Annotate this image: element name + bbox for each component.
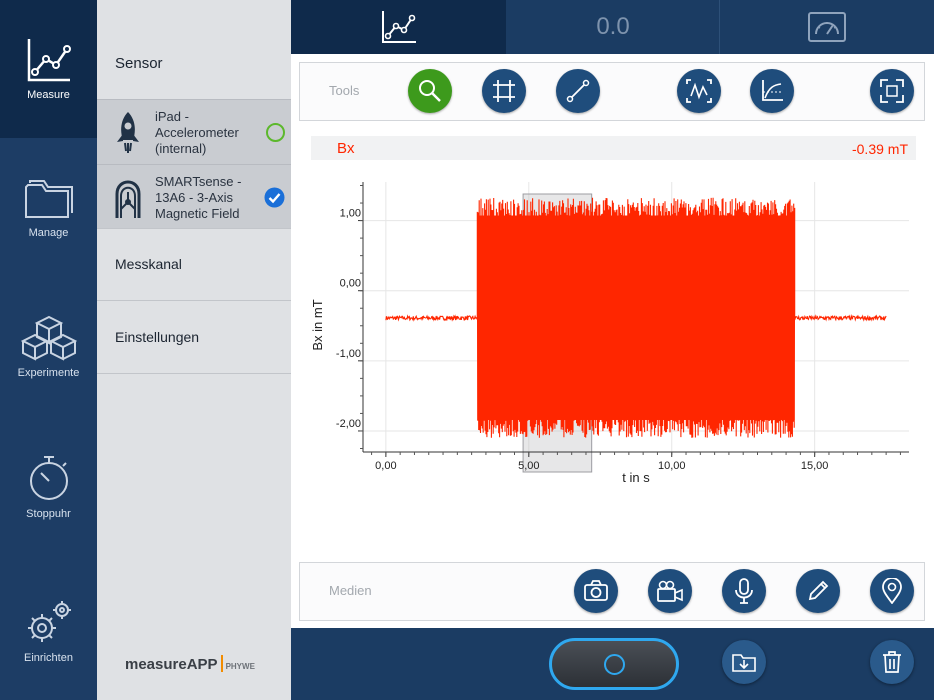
x-tick-label: 15,00 [801, 460, 829, 472]
nav-label-einrichten: Einrichten [24, 652, 73, 664]
x-tick-label: 10,00 [658, 460, 686, 472]
sensor-label-magnetic-field: SMARTsense - 13A6 - 3-Axis Magnetic Fiel… [155, 174, 242, 221]
sensor-panel: Sensor iPad - Accelerometer (internal) S… [97, 0, 291, 700]
autoscale-button[interactable] [677, 69, 721, 113]
media-label: Medien [329, 583, 372, 598]
trash-icon [883, 651, 901, 673]
grid-select-button[interactable] [482, 69, 526, 113]
location-button[interactable] [870, 569, 914, 613]
rocket-icon [117, 112, 139, 153]
sensor-item-magnetic-field[interactable]: SMARTsense - 13A6 - 3-Axis Magnetic Fiel… [97, 164, 291, 229]
tools-label: Tools [329, 83, 360, 98]
axes-icon [762, 80, 783, 101]
gauge-icon [808, 12, 846, 42]
einstellungen-menu-item[interactable]: Einstellungen [115, 329, 309, 345]
microphone-icon [735, 578, 753, 604]
location-pin-icon [882, 578, 902, 604]
record-button[interactable] [549, 638, 679, 690]
x-axis-label: t in s [622, 470, 650, 485]
sensor-item-accelerometer[interactable]: iPad - Accelerometer (internal) [97, 99, 291, 164]
nav-item-measure[interactable]: Measure [0, 0, 97, 138]
record-circle-icon [603, 653, 625, 675]
export-button[interactable] [722, 640, 766, 684]
sensor-label-accelerometer: iPad - Accelerometer (internal) [155, 109, 239, 156]
line-tool-icon [566, 79, 590, 103]
tab-graph-view[interactable] [291, 0, 506, 54]
messkanal-menu-item[interactable]: Messkanal [115, 256, 309, 272]
tab-gauge-view[interactable] [720, 0, 934, 54]
y-tick-label: -2,00 [336, 418, 361, 430]
camera-icon [584, 580, 608, 601]
tools-toolbar: Tools [299, 62, 925, 121]
nav-label-manage: Manage [28, 227, 69, 239]
chart-icon [27, 39, 71, 82]
nav-item-experimente[interactable]: Experimente [0, 278, 97, 416]
microphone-button[interactable] [722, 569, 766, 613]
video-button[interactable] [648, 569, 692, 613]
app-logo: measureAPP PHYWE [125, 655, 255, 673]
y-tick-label: 0,00 [340, 278, 361, 290]
nav-label-measure: Measure [27, 89, 70, 101]
nav-item-einrichten[interactable]: Einrichten [0, 562, 97, 700]
x-tick-label: 5,00 [518, 460, 539, 472]
line-tool-button[interactable] [556, 69, 600, 113]
channel-value-bar: Bx -0.39 mT [311, 136, 916, 160]
tab-numeric-view[interactable]: 0.0 [507, 0, 719, 54]
nav-item-stoppuhr[interactable]: Stoppuhr [0, 418, 97, 556]
numeric-value-display: 0.0 [596, 13, 630, 40]
y-tick-label: 1,00 [340, 208, 361, 220]
camera-button[interactable] [574, 569, 618, 613]
y-tick-label: -1,00 [336, 348, 361, 360]
main-navigation: Measure Manage Experimente Stoppuhr Einr… [0, 0, 97, 700]
channel-value: -0.39 mT [851, 141, 908, 157]
pencil-button[interactable] [796, 569, 840, 613]
stopwatch-icon [29, 456, 68, 500]
media-toolbar: Medien [299, 562, 925, 621]
autoscale-icon [686, 79, 712, 103]
zoom-button[interactable] [408, 69, 452, 113]
view-tab-bar: 0.0 [291, 0, 934, 54]
pencil-icon [808, 580, 829, 601]
download-folder-icon [732, 654, 756, 672]
gears-icon [27, 601, 71, 642]
checkmark-selected-icon[interactable] [264, 187, 285, 208]
nav-item-manage[interactable]: Manage [0, 140, 97, 278]
grid-select-icon [493, 80, 515, 102]
sensor-heading: Sensor [115, 55, 163, 72]
fullscreen-button[interactable] [870, 69, 914, 113]
fullscreen-icon [880, 79, 904, 103]
measurement-chart[interactable]: 0,00 5,00 10,00 15,00 1,00 0,00 -1,00 -2,00 t in… [291, 172, 934, 558]
axes-button[interactable] [750, 69, 794, 113]
y-axis-label: Bx in mT [310, 299, 325, 350]
nav-label-experimente: Experimente [17, 367, 80, 379]
magnetic-sensor-icon [115, 180, 141, 218]
chart-icon [381, 11, 416, 43]
channel-name: Bx [337, 140, 355, 157]
delete-button[interactable] [870, 640, 914, 684]
signal-dense-region [477, 215, 795, 420]
folder-icon [24, 180, 73, 218]
x-tick-label: 0,00 [375, 460, 396, 472]
measurement-area: Tools Bx -0.39 mT 0,00 5,00 10,00 15,00 1,00… [291, 54, 934, 628]
sensor-unselected-indicator[interactable] [266, 123, 285, 142]
nav-label-stoppuhr: Stoppuhr [26, 508, 71, 520]
cubes-icon [20, 315, 77, 361]
bottom-bar [291, 628, 934, 700]
video-camera-icon [657, 580, 683, 602]
zoom-icon [419, 80, 441, 102]
